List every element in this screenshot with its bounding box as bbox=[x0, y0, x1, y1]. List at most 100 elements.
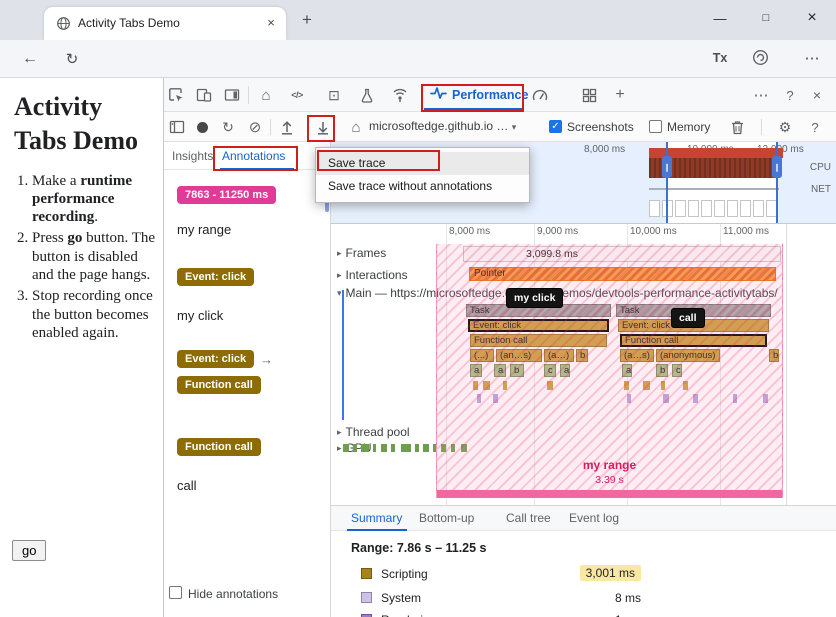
translate-icon[interactable]: Tx bbox=[708, 46, 732, 70]
back-icon[interactable]: ← bbox=[16, 45, 44, 73]
devtools-close-icon[interactable]: × bbox=[806, 84, 828, 106]
screenshot-thumbnail[interactable] bbox=[753, 200, 764, 217]
highlight-box-annotations-tab bbox=[213, 146, 298, 171]
flame-bar[interactable]: a bbox=[560, 364, 570, 377]
track-interactions[interactable]: ▸Interactions bbox=[337, 268, 408, 282]
menu-item-save-trace-without-annotations[interactable]: Save trace without annotations bbox=[316, 175, 529, 198]
flame-tick bbox=[683, 381, 688, 390]
tab-title: Activity Tabs Demo bbox=[78, 16, 180, 30]
inspect-icon[interactable] bbox=[165, 84, 187, 106]
flame-bar[interactable]: b bbox=[510, 364, 524, 377]
more-tabs-icon[interactable]: + bbox=[609, 84, 631, 106]
origin-selector[interactable]: microsoftedge.github.io … ▾ bbox=[369, 119, 516, 133]
network-tab-icon[interactable] bbox=[389, 84, 411, 106]
flame-bar-function-call[interactable]: Function call bbox=[620, 334, 767, 347]
track-thread-pool[interactable]: ▸Thread pool bbox=[337, 425, 410, 439]
new-tab-button[interactable]: + bbox=[296, 9, 318, 31]
annotation-chip-my-click[interactable]: my click bbox=[506, 288, 563, 308]
flame-bar[interactable]: (a…s) bbox=[620, 349, 654, 362]
screenshot-thumbnail[interactable] bbox=[714, 200, 725, 217]
flame-bar[interactable]: c bbox=[672, 364, 682, 377]
frame-block[interactable]: 3,099.8 ms bbox=[463, 246, 781, 262]
annotation-chip-call[interactable]: call bbox=[671, 308, 705, 328]
range-handle-right-grip[interactable]: ∥ bbox=[772, 156, 782, 178]
screenshot-thumbnail[interactable] bbox=[688, 200, 699, 217]
range-handle-left[interactable] bbox=[666, 142, 668, 224]
gpu-tick bbox=[451, 444, 455, 452]
tab-call-tree[interactable]: Call tree bbox=[506, 511, 551, 525]
help-icon[interactable]: ? bbox=[804, 116, 826, 138]
annotation-entry-label[interactable]: call bbox=[177, 478, 197, 493]
reload-icon[interactable]: ↻ bbox=[58, 45, 86, 73]
memory-checkbox[interactable] bbox=[649, 120, 662, 133]
flame-tick bbox=[503, 381, 507, 390]
flame-bar[interactable]: b bbox=[656, 364, 668, 377]
gear-icon[interactable]: ⚙ bbox=[774, 116, 796, 138]
hide-annotations-checkbox[interactable] bbox=[169, 586, 182, 599]
tab-event-log[interactable]: Event log bbox=[569, 511, 619, 525]
flame-bar[interactable]: (...) bbox=[470, 349, 494, 362]
flame-bar[interactable]: b bbox=[576, 349, 588, 362]
console-tab-icon[interactable]: ⊡ bbox=[323, 84, 345, 106]
flame-bar-function-call[interactable]: Function call bbox=[470, 334, 607, 347]
live-metrics-home-icon[interactable]: ⌂ bbox=[345, 116, 367, 138]
go-button[interactable]: go bbox=[12, 540, 46, 561]
flame-bar-event-click[interactable]: Event: click bbox=[468, 319, 609, 332]
flame-bar[interactable]: c bbox=[544, 364, 556, 377]
annotation-range-badge[interactable]: 7863 - 11250 ms bbox=[177, 186, 276, 204]
screenshots-checkbox[interactable]: ✓ bbox=[549, 120, 562, 133]
memory-tab-icon[interactable] bbox=[529, 84, 551, 106]
browser-tab[interactable]: Activity Tabs Demo × bbox=[44, 7, 286, 40]
elements-tab-icon[interactable]: </> bbox=[286, 84, 308, 106]
maximize-button[interactable]: □ bbox=[743, 0, 789, 36]
flame-bar[interactable]: b bbox=[769, 349, 779, 362]
application-tab-icon[interactable] bbox=[578, 84, 600, 106]
highlight-box-save-trace-item bbox=[317, 150, 440, 171]
screenshot-thumbnail[interactable] bbox=[675, 200, 686, 217]
flame-bar[interactable]: a bbox=[470, 364, 482, 377]
track-frames[interactable]: ▸Frames bbox=[337, 246, 386, 260]
sources-tab-icon[interactable] bbox=[356, 84, 378, 106]
expand-caret-icon: ▸ bbox=[337, 427, 342, 438]
tab-insights[interactable]: Insights bbox=[172, 149, 213, 163]
annotation-entry-label[interactable]: my click bbox=[177, 308, 223, 323]
flame-bar[interactable]: (anonymous) bbox=[656, 349, 720, 362]
flame-tick bbox=[661, 381, 665, 390]
screenshot-thumbnail[interactable] bbox=[727, 200, 738, 217]
flame-bar[interactable]: a bbox=[494, 364, 506, 377]
flame-bar[interactable]: a bbox=[622, 364, 632, 377]
browser-menu-icon[interactable]: ⋯ bbox=[800, 46, 824, 70]
dock-side-icon[interactable] bbox=[221, 84, 243, 106]
copilot-icon[interactable] bbox=[752, 49, 769, 71]
record-icon[interactable] bbox=[191, 116, 213, 138]
close-window-button[interactable]: × bbox=[789, 0, 835, 36]
home-tab-icon[interactable]: ⌂ bbox=[255, 84, 277, 106]
tab-close-icon[interactable]: × bbox=[262, 13, 280, 31]
panel-toggle-icon[interactable] bbox=[166, 116, 188, 138]
tab-summary[interactable]: Summary bbox=[351, 511, 402, 525]
annotation-range-label[interactable]: my range bbox=[177, 222, 231, 237]
device-emulation-icon[interactable] bbox=[193, 84, 215, 106]
screenshot-thumbnail[interactable] bbox=[740, 200, 751, 217]
annotation-entry-badge[interactable]: Event: click bbox=[177, 268, 254, 286]
devtools-more-icon[interactable]: ⋯ bbox=[750, 84, 772, 106]
load-profile-icon[interactable] bbox=[276, 116, 298, 138]
devtools-help-icon[interactable]: ? bbox=[779, 84, 801, 106]
interaction-pointer-bar[interactable]: Pointer bbox=[469, 267, 776, 281]
screenshot-thumbnail[interactable] bbox=[701, 200, 712, 217]
trash-icon[interactable] bbox=[726, 116, 748, 138]
range-handle-right[interactable] bbox=[776, 142, 778, 224]
clear-icon[interactable]: ⊘ bbox=[244, 116, 266, 138]
range-handle-left-grip[interactable]: ∥ bbox=[662, 156, 672, 178]
annotation-link-from-badge[interactable]: Event: click bbox=[177, 350, 254, 368]
screenshot-thumbnail[interactable] bbox=[649, 200, 660, 217]
annotation-link-to-badge[interactable]: Function call bbox=[177, 376, 261, 394]
flame-chart[interactable]: 8,000 ms 9,000 ms 10,000 ms 11,000 ms ▸F… bbox=[331, 224, 836, 505]
flame-bar[interactable]: (an…s) bbox=[496, 349, 542, 362]
minimize-button[interactable]: — bbox=[697, 0, 743, 36]
annotation-entry-badge[interactable]: Function call bbox=[177, 438, 261, 456]
browser-navbar: ← ↻ https://microsoftedge.github.io/Demo… bbox=[0, 40, 836, 78]
reload-record-icon[interactable]: ↻ bbox=[217, 116, 239, 138]
tab-bottom-up[interactable]: Bottom-up bbox=[419, 511, 474, 525]
flame-bar[interactable]: (a…) bbox=[544, 349, 574, 362]
